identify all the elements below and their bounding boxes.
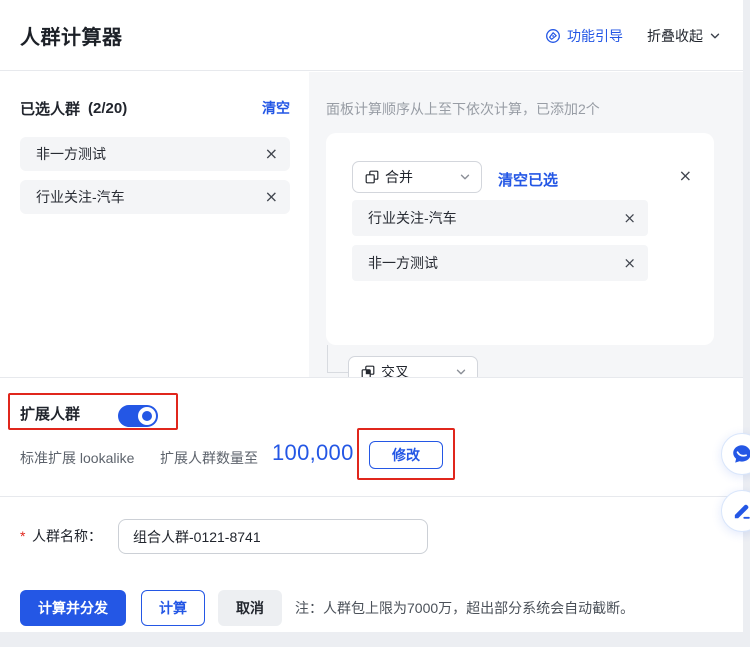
remove-item-icon[interactable]: × bbox=[265, 146, 278, 162]
audience-calculator-panel: 人群计算器 功能引导 折叠收起 已选人群 (2/20) 清空 非一方测试 bbox=[0, 0, 743, 632]
page-title: 人群计算器 bbox=[20, 0, 123, 71]
settings-section: 扩展人群 标准扩展 lookalike 扩展人群数量至 100,000 修改 *… bbox=[0, 377, 743, 632]
chevron-down-icon bbox=[709, 30, 721, 42]
remove-item-icon[interactable]: × bbox=[623, 256, 636, 271]
audience-item-label: 行业关注-汽车 bbox=[368, 208, 457, 228]
operator-label: 合并 bbox=[385, 167, 413, 187]
remove-item-icon[interactable]: × bbox=[265, 189, 278, 205]
remove-group-icon[interactable]: × bbox=[679, 168, 692, 184]
cancel-button[interactable]: 取消 bbox=[218, 590, 282, 626]
required-asterisk: * bbox=[20, 528, 25, 544]
header-actions: 功能引导 折叠收起 bbox=[545, 0, 721, 71]
clear-all-link[interactable]: 清空 bbox=[262, 98, 290, 118]
audience-item-label: 行业关注-汽车 bbox=[36, 187, 125, 207]
expansion-amount-label: 扩展人群数量至 bbox=[160, 448, 258, 468]
collapse-toggle[interactable]: 折叠收起 bbox=[647, 26, 721, 46]
expand-audience-label: 扩展人群 bbox=[20, 403, 80, 424]
calculate-button[interactable]: 计算 bbox=[141, 590, 205, 626]
selected-audience-title: 已选人群 bbox=[20, 98, 80, 119]
audience-name-label: 人群名称： bbox=[32, 526, 102, 546]
chat-bubble-icon bbox=[730, 442, 750, 466]
calc-group-item: 行业关注-汽车 × bbox=[352, 200, 648, 236]
feature-guide-link[interactable]: 功能引导 bbox=[545, 26, 623, 46]
operator-label: 交叉 bbox=[381, 362, 409, 377]
guide-pen-icon bbox=[545, 28, 561, 44]
remove-item-icon[interactable]: × bbox=[623, 211, 636, 226]
calculation-group-card: 合并 清空已选 × 行业关注-汽车 × 非一方测试 × bbox=[326, 133, 714, 345]
expand-audience-toggle[interactable] bbox=[118, 405, 158, 427]
connector-line bbox=[327, 345, 328, 373]
operator-dropdown-merge[interactable]: 合并 bbox=[352, 161, 482, 193]
toggle-knob bbox=[138, 407, 156, 425]
actions-row: 计算并分发 计算 取消 注：人群包上限为7000万，超出部分系统会自动截断。 bbox=[20, 590, 634, 626]
expansion-amount-value: 100,000 bbox=[272, 440, 354, 466]
calculation-hint: 面板计算顺序从上至下依次计算，已添加2个 bbox=[326, 99, 600, 119]
modify-button[interactable]: 修改 bbox=[369, 441, 443, 469]
chevron-down-icon bbox=[455, 366, 467, 377]
selected-audience-panel: 已选人群 (2/20) 清空 非一方测试 × 行业关注-汽车 × bbox=[0, 72, 309, 377]
calc-group-item: 非一方测试 × bbox=[352, 245, 648, 281]
chevron-down-icon bbox=[459, 171, 471, 183]
collapse-label: 折叠收起 bbox=[647, 26, 703, 46]
audience-item-label: 非一方测试 bbox=[36, 144, 106, 164]
pencil-icon bbox=[731, 500, 750, 522]
clear-selected-link[interactable]: 清空已选 bbox=[498, 169, 558, 190]
header: 人群计算器 功能引导 折叠收起 bbox=[0, 0, 743, 71]
audience-item-label: 非一方测试 bbox=[368, 253, 438, 273]
connector-line bbox=[327, 372, 348, 373]
divider bbox=[0, 496, 743, 497]
calculation-panel: 面板计算顺序从上至下依次计算，已添加2个 合并 清空已选 × 行业关注-汽车 ×… bbox=[309, 72, 743, 377]
selected-audience-count: (2/20) bbox=[88, 100, 127, 117]
selected-audience-header: 已选人群 (2/20) 清空 bbox=[20, 98, 290, 118]
limit-note: 注：人群包上限为7000万，超出部分系统会自动截断。 bbox=[295, 598, 634, 618]
selected-audience-item: 行业关注-汽车 × bbox=[20, 180, 290, 214]
operator-dropdown-intersect[interactable]: 交叉 bbox=[348, 356, 478, 377]
feature-guide-label: 功能引导 bbox=[567, 26, 623, 46]
selected-audience-item: 非一方测试 × bbox=[20, 137, 290, 171]
intersect-icon bbox=[361, 365, 375, 377]
expansion-mode-label: 标准扩展 lookalike bbox=[20, 448, 134, 468]
merge-icon bbox=[365, 170, 379, 184]
calculate-and-distribute-button[interactable]: 计算并分发 bbox=[20, 590, 126, 626]
audience-name-input[interactable] bbox=[118, 519, 428, 554]
